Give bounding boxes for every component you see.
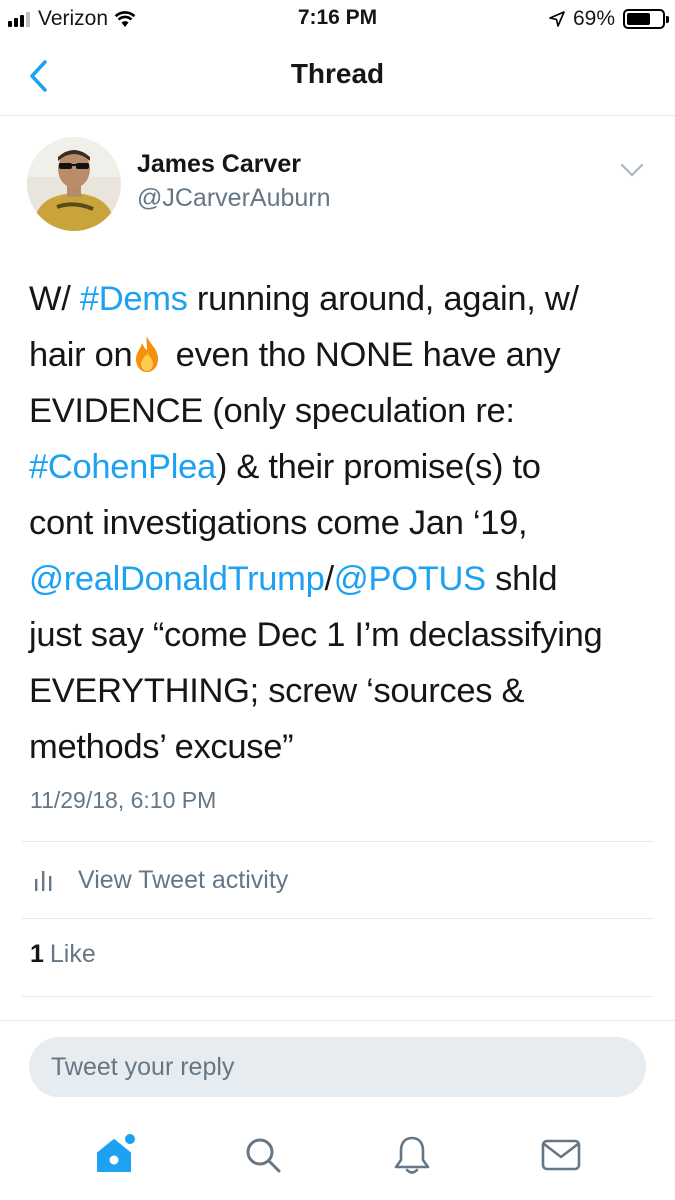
text-segment: running around, again, w/ [187,280,579,318]
text-segment: ) & their promise(s) to [215,448,541,486]
page-title: Thread [290,58,385,89]
navigation-bar: Thread [0,40,675,116]
mention-link[interactable]: @POTUS [334,560,486,598]
chevron-down-icon [620,163,644,177]
text-segment: EVERYTHING; screw ‘sources & [29,672,525,710]
fire-emoji-icon [136,336,159,372]
status-right: 69% [549,6,669,32]
tweet-line: methods’ excuse” [29,719,654,775]
avatar-image [27,137,121,231]
tweet-line: EVIDENCE (only speculation re: [29,383,654,439]
avatar[interactable] [27,137,121,231]
tweet-line: W/ #Dems running around, again, w/ [29,271,654,327]
tab-home[interactable] [84,1125,144,1185]
tweet-timestamp: 11/29/18, 6:10 PM [30,787,217,813]
likes-label: Like [49,940,96,968]
tweet-options-button[interactable] [619,160,645,180]
battery-fill [627,13,651,25]
reply-compose-area [0,1020,675,1110]
tweet-text: W/ #Dems running around, again, w/ hair … [29,271,654,775]
text-segment: W/ [29,280,80,318]
tweet-line: @realDonaldTrump/@POTUS shld [29,551,654,607]
reply-input[interactable] [29,1037,646,1097]
text-segment: / [324,560,334,598]
text-segment: shld [485,560,558,598]
tab-messages[interactable] [531,1125,591,1185]
author-name[interactable]: James Carver [137,150,301,179]
bell-icon [394,1136,430,1174]
text-segment: cont investigations come Jan ‘19, [29,504,528,542]
search-icon [246,1138,281,1173]
tweet-line: EVERYTHING; screw ‘sources & [29,663,654,719]
author-handle[interactable]: @JCarverAuburn [137,184,331,213]
battery-percent: 69% [572,7,615,30]
tweet-line: hair on even tho NONE have any [29,327,654,383]
divider [22,918,653,919]
likes-count-button[interactable]: 1 Like [30,940,96,969]
tab-notifications[interactable] [382,1125,442,1185]
tweet-line: cont investigations come Jan ‘19, [29,495,654,551]
status-bar: Verizon 7:16 PM 69% [0,0,675,40]
tweet-line: just say “come Dec 1 I’m declassifying [29,607,654,663]
home-icon [97,1134,136,1172]
location-arrow-icon [549,11,565,27]
text-segment: hair on [29,336,133,374]
mention-link[interactable]: @realDonaldTrump [29,560,325,598]
text-segment: methods’ excuse” [29,728,294,766]
text-segment: EVIDENCE (only speculation re: [29,392,515,430]
hashtag-link[interactable]: #CohenPlea [29,448,216,486]
likes-count: 1 [30,940,44,968]
activity-label: View Tweet activity [78,865,289,894]
analytics-icon [35,871,52,891]
tweet-line: #CohenPlea) & their promise(s) to [29,439,654,495]
text-segment: even tho NONE have any [166,336,561,374]
mail-icon [541,1139,580,1171]
divider [22,996,653,997]
hashtag-link[interactable]: #Dems [80,280,188,318]
text-segment: just say “come Dec 1 I’m declassifying [29,616,603,654]
view-tweet-activity-button[interactable]: View Tweet activity [22,842,653,918]
battery-icon [623,9,669,29]
tab-search[interactable] [233,1125,293,1185]
tab-bar [0,1110,675,1200]
